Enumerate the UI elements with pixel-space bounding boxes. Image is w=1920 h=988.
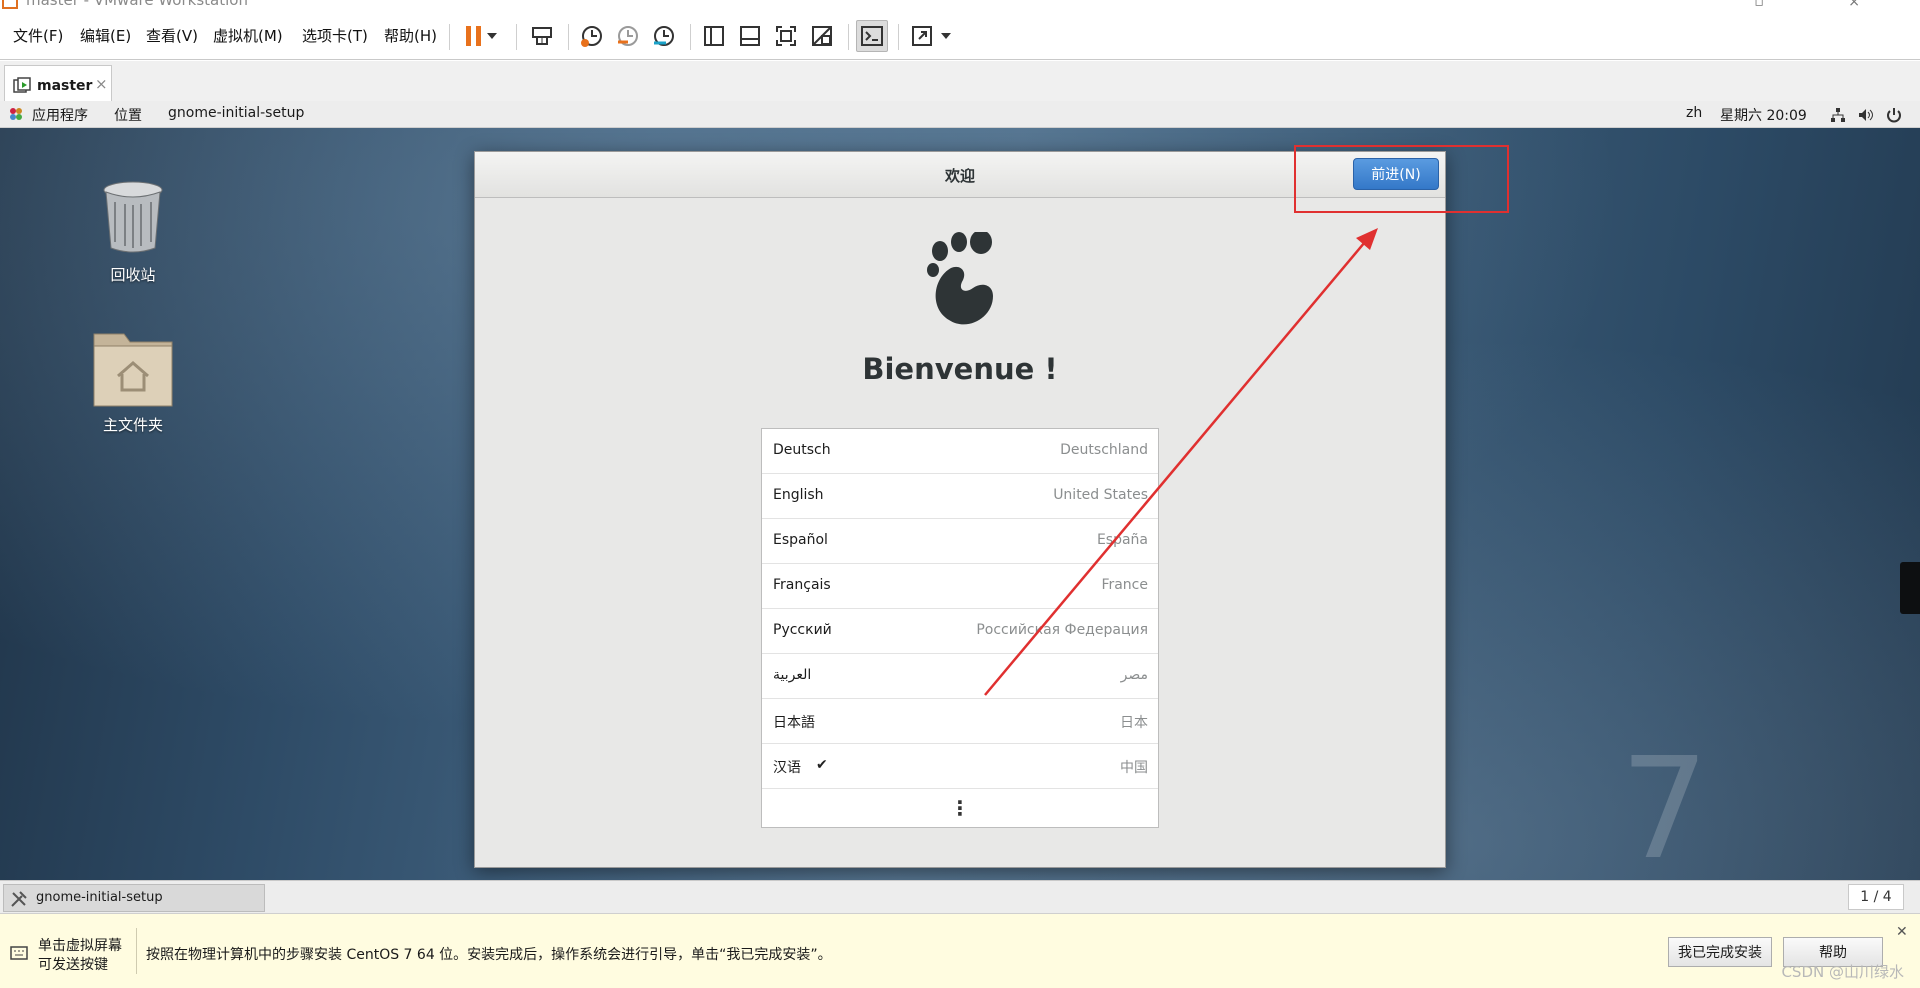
- panel-window-title[interactable]: gnome-initial-setup: [168, 105, 304, 121]
- language-name: Español: [773, 532, 828, 548]
- language-row-chinese[interactable]: 汉语 ✔ 中国: [762, 744, 1158, 789]
- close-infobar-icon[interactable]: ✕: [1896, 924, 1908, 940]
- tab-master[interactable]: master ×: [4, 65, 112, 105]
- console-icon[interactable]: [856, 20, 888, 52]
- panel-clock[interactable]: 星期六 20:09: [1720, 105, 1807, 125]
- language-country: مصر: [1120, 667, 1148, 683]
- language-name: 汉语: [773, 760, 801, 776]
- more-languages-icon[interactable]: ⋮: [762, 789, 1158, 827]
- panel-applications[interactable]: 应用程序: [32, 105, 88, 125]
- language-country: United States: [1053, 487, 1148, 503]
- sidebar-view-icon[interactable]: [698, 20, 730, 52]
- language-row-deutsch[interactable]: Deutsch Deutschland: [762, 429, 1158, 474]
- setup-tool-icon: [11, 891, 27, 907]
- vm-icon: [13, 77, 31, 93]
- gnome-foot-icon: [927, 232, 993, 325]
- taskbar-item-label: gnome-initial-setup: [36, 890, 163, 905]
- fullscreen-icon[interactable]: [906, 20, 938, 52]
- language-row-espanol[interactable]: Español España: [762, 519, 1158, 564]
- menu-tabs[interactable]: 选项卡(T): [302, 25, 368, 46]
- thumbnail-view-icon[interactable]: [734, 20, 766, 52]
- hint-line-2: 可发送按键: [38, 957, 108, 973]
- window-titlebar: master - VMware Workstation ▫ ×: [0, 0, 1920, 14]
- menu-view[interactable]: 查看(V): [146, 25, 198, 46]
- language-row-japanese[interactable]: 日本語 日本: [762, 699, 1158, 744]
- finish-install-button[interactable]: 我已完成安装: [1668, 937, 1772, 967]
- language-list: Deutsch Deutschland English United State…: [761, 428, 1159, 828]
- home-folder-icon: [93, 333, 173, 407]
- panel-input-method[interactable]: zh: [1686, 105, 1702, 121]
- vm-tabbar: master ×: [0, 61, 1920, 105]
- panel-places[interactable]: 位置: [114, 105, 142, 125]
- desktop-icon-label: 主文件夹: [102, 416, 163, 434]
- language-country: España: [1096, 532, 1148, 548]
- menu-vm[interactable]: 虚拟机(M): [213, 25, 283, 46]
- menu-file[interactable]: 文件(F): [13, 25, 63, 46]
- gnome-top-panel: 应用程序 位置 gnome-initial-setup zh 星期六 20:09: [0, 101, 1920, 128]
- install-message: 按照在物理计算机中的步骤安装 CentOS 7 64 位。安装完成后，操作系统会…: [146, 947, 832, 963]
- window-title: master - VMware Workstation: [26, 0, 248, 9]
- language-country: Deutschland: [1060, 442, 1148, 458]
- snapshot-manager-icon[interactable]: [648, 20, 680, 52]
- tab-close-icon[interactable]: ×: [95, 75, 108, 93]
- desktop-icon-home[interactable]: 主文件夹: [78, 324, 188, 435]
- volume-icon[interactable]: [1858, 107, 1874, 123]
- language-name: Deutsch: [773, 442, 831, 458]
- activities-icon: [10, 108, 22, 120]
- language-row-english[interactable]: English United States: [762, 474, 1158, 519]
- unity-icon[interactable]: [806, 20, 838, 52]
- language-country: 中国: [1120, 760, 1148, 776]
- menubar: 文件(F) 编辑(E) 查看(V) 虚拟机(M) 选项卡(T) 帮助(H): [0, 14, 1920, 60]
- power-icon[interactable]: [1886, 107, 1902, 123]
- language-name: Français: [773, 577, 831, 593]
- language-name: 日本語: [773, 715, 815, 731]
- language-row-arabic[interactable]: العربية مصر: [762, 654, 1158, 699]
- tab-label: master: [37, 78, 93, 94]
- language-country: France: [1101, 577, 1148, 593]
- welcome-dialog: 欢迎 前进(N) Bienvenue ! Deutsch Deutschland…: [474, 151, 1446, 868]
- language-name: Русский: [773, 622, 832, 638]
- centos-version-mark: 7: [1620, 728, 1710, 880]
- menu-help[interactable]: 帮助(H): [384, 25, 437, 46]
- language-country: 日本: [1120, 715, 1148, 731]
- taskbar-item[interactable]: gnome-initial-setup: [3, 884, 265, 912]
- hint-line-1: 单击虚拟屏幕: [38, 938, 122, 954]
- desktop-icon-trash[interactable]: 回收站: [78, 178, 188, 285]
- fullscreen-dropdown-icon[interactable]: [938, 20, 954, 52]
- vmware-app-icon: [2, 0, 18, 9]
- fit-guest-icon[interactable]: [770, 20, 802, 52]
- revert-snapshot-icon[interactable]: [612, 20, 644, 52]
- language-row-francais[interactable]: Français France: [762, 564, 1158, 609]
- language-name: English: [773, 487, 824, 503]
- keyboard-icon: [10, 946, 28, 960]
- workspace-pager[interactable]: 1 / 4: [1848, 884, 1904, 910]
- annotation-highlight-box: [1294, 145, 1509, 213]
- vmware-info-bar: 单击虚拟屏幕 可发送按键 按照在物理计算机中的步骤安装 CentOS 7 64 …: [0, 913, 1920, 988]
- trash-icon: [103, 181, 163, 253]
- dropdown-arrow-icon[interactable]: [484, 20, 500, 52]
- language-country: Российская Федерация: [976, 622, 1148, 638]
- snapshot-icon[interactable]: [576, 20, 608, 52]
- language-name: العربية: [773, 667, 812, 683]
- desktop-icon-label: 回收站: [110, 266, 156, 284]
- selected-check-icon: ✔: [816, 757, 828, 773]
- network-icon[interactable]: [1830, 107, 1846, 123]
- watermark: CSDN @山川绿水: [1781, 963, 1904, 981]
- language-row-russian[interactable]: Русский Российская Федерация: [762, 609, 1158, 654]
- vm-side-handle[interactable]: [1900, 562, 1920, 614]
- gnome-taskbar: gnome-initial-setup 1 / 4: [0, 880, 1920, 913]
- welcome-heading: Bienvenue !: [862, 352, 1058, 386]
- send-ctrl-alt-del-icon[interactable]: [526, 20, 558, 52]
- menu-edit[interactable]: 编辑(E): [80, 25, 131, 46]
- window-controls[interactable]: ▫ ×: [1754, 0, 1900, 10]
